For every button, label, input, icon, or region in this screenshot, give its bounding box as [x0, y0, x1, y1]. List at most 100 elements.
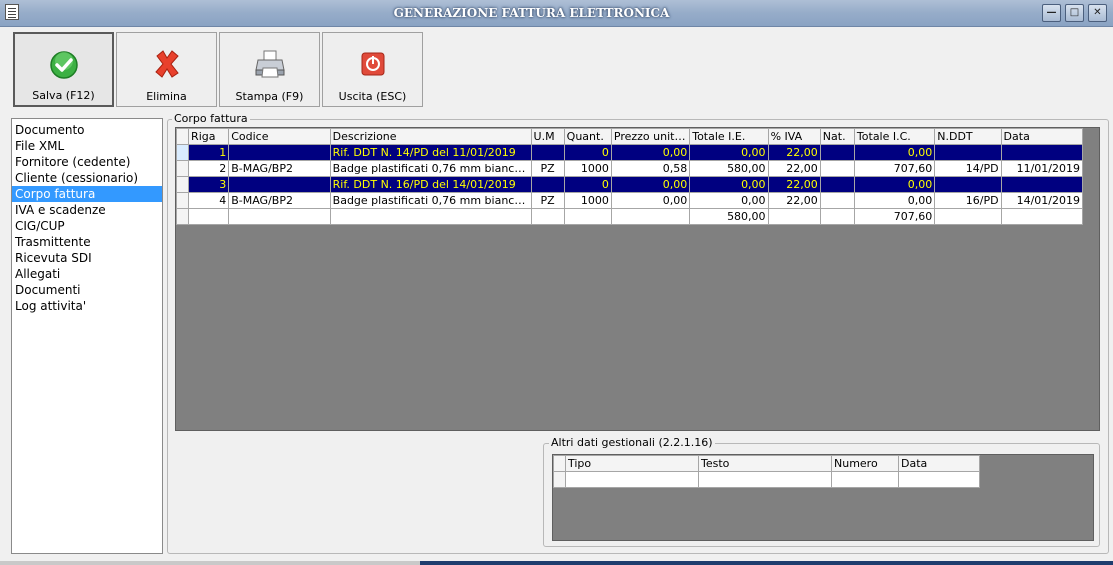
close-button[interactable]: ✕ — [1088, 4, 1107, 22]
row-indicator[interactable] — [175, 144, 190, 161]
cell-totale-ie[interactable]: 0,00 — [689, 176, 769, 193]
cell-riga[interactable]: 4 — [188, 192, 230, 209]
cell-quant[interactable]: 1000 — [563, 160, 612, 177]
cell-quant[interactable]: 1000 — [563, 192, 612, 209]
cell-data[interactable] — [898, 471, 980, 488]
column-header-iva[interactable]: % IVA — [767, 128, 821, 145]
cell-descrizione[interactable]: Rif. DDT N. 14/PD del 11/01/2019 — [329, 144, 532, 161]
save-button[interactable]: Salva (F12) — [13, 32, 114, 107]
cell-riga[interactable]: 3 — [188, 176, 230, 193]
sidebar-item-fornitore[interactable]: Fornitore (cedente) — [12, 154, 162, 170]
sidebar-item-iva-scadenze[interactable]: IVA e scadenze — [12, 202, 162, 218]
table-row[interactable]: 2 B-MAG/BP2 Badge plastificati 0,76 mm b… — [175, 160, 1084, 177]
maximize-button[interactable]: □ — [1065, 4, 1084, 22]
sidebar-item-cliente[interactable]: Cliente (cessionario) — [12, 170, 162, 186]
column-header-descrizione[interactable]: Descrizione — [329, 128, 532, 145]
cell-testo[interactable] — [698, 471, 832, 488]
cell-prezzo[interactable]: 0,00 — [610, 144, 691, 161]
cell-riga[interactable]: 1 — [188, 144, 230, 161]
cell-iva[interactable]: 22,00 — [767, 192, 821, 209]
column-header-codice[interactable]: Codice — [228, 128, 331, 145]
cell-um[interactable] — [530, 144, 565, 161]
cell-data[interactable]: 14/01/2019 — [1000, 192, 1084, 209]
sidebar-item-documenti[interactable]: Documenti — [12, 282, 162, 298]
cell-um[interactable]: PZ — [530, 160, 565, 177]
table-row[interactable]: 1 Rif. DDT N. 14/PD del 11/01/2019 0 0,0… — [175, 144, 1084, 161]
sidebar-item-allegati[interactable]: Allegati — [12, 266, 162, 282]
cell-data[interactable] — [1000, 176, 1084, 193]
cell-descrizione[interactable]: Badge plastificati 0,76 mm bianchi con..… — [329, 192, 532, 209]
cell-nat[interactable] — [819, 160, 855, 177]
cell-codice[interactable] — [228, 144, 331, 161]
column-header-tipo[interactable]: Tipo — [565, 455, 699, 472]
cell-data[interactable]: 11/01/2019 — [1000, 160, 1084, 177]
column-header-nat[interactable]: Nat. — [819, 128, 855, 145]
print-button[interactable]: Stampa (F9) — [219, 32, 320, 107]
cell-codice[interactable]: B-MAG/BP2 — [228, 192, 331, 209]
cell-nat[interactable] — [819, 144, 855, 161]
cell-codice[interactable] — [228, 176, 331, 193]
row-indicator[interactable] — [553, 471, 566, 488]
column-header-data[interactable]: Data — [898, 455, 980, 472]
column-header-numero[interactable]: Numero — [831, 455, 899, 472]
cell-iva[interactable]: 22,00 — [767, 176, 821, 193]
sidebar-item-ricevuta-sdi[interactable]: Ricevuta SDI — [12, 250, 162, 266]
column-header-riga[interactable]: Riga — [188, 128, 230, 145]
cell-data[interactable] — [1000, 144, 1084, 161]
cell-riga[interactable]: 2 — [188, 160, 230, 177]
cell-nat[interactable] — [819, 176, 855, 193]
table-row[interactable]: 4 B-MAG/BP2 Badge plastificati 0,76 mm b… — [175, 192, 1084, 209]
sidebar-item-file-xml[interactable]: File XML — [12, 138, 162, 154]
cell-quant[interactable]: 0 — [563, 144, 612, 161]
cell-totale-ic[interactable]: 707,60 — [853, 160, 936, 177]
sidebar-item-corpo-fattura[interactable]: Corpo fattura — [12, 186, 162, 202]
cell-nddt[interactable] — [934, 176, 1002, 193]
row-indicator[interactable] — [175, 176, 190, 193]
total-totale-ic: 707,60 — [853, 208, 936, 225]
column-header-totale-ie[interactable]: Totale I.E. — [689, 128, 769, 145]
sidebar-item-cig-cup[interactable]: CIG/CUP — [12, 218, 162, 234]
cell-prezzo[interactable]: 0,00 — [610, 176, 691, 193]
power-icon — [361, 52, 384, 76]
cell-prezzo[interactable]: 0,00 — [610, 192, 691, 209]
sidebar-item-trasmittente[interactable]: Trasmittente — [12, 234, 162, 250]
row-indicator[interactable] — [175, 192, 190, 209]
column-header-quant[interactable]: Quant. — [563, 128, 612, 145]
cell-totale-ie[interactable]: 0,00 — [689, 192, 769, 209]
cell-nddt[interactable] — [934, 144, 1002, 161]
cell-totale-ic[interactable]: 0,00 — [853, 144, 936, 161]
cell-descrizione[interactable]: Badge plastificati 0,76 mm bianchi con..… — [329, 160, 532, 177]
cell-tipo[interactable] — [565, 471, 699, 488]
cell-um[interactable] — [530, 176, 565, 193]
cell-iva[interactable]: 22,00 — [767, 160, 821, 177]
sidebar-item-log-attivita[interactable]: Log attivita' — [12, 298, 162, 314]
minimize-button[interactable]: — — [1042, 4, 1061, 22]
exit-button[interactable]: Uscita (ESC) — [322, 32, 423, 107]
cell-prezzo[interactable]: 0,58 — [610, 160, 691, 177]
cell-numero[interactable] — [831, 471, 899, 488]
cell-nddt[interactable]: 14/PD — [934, 160, 1002, 177]
delete-button[interactable]: Elimina — [116, 32, 217, 107]
column-header-data[interactable]: Data — [1000, 128, 1084, 145]
table-row[interactable]: 3 Rif. DDT N. 16/PD del 14/01/2019 0 0,0… — [175, 176, 1084, 193]
cell-totale-ic[interactable]: 0,00 — [853, 176, 936, 193]
cell-iva[interactable]: 22,00 — [767, 144, 821, 161]
row-indicator[interactable] — [175, 160, 190, 177]
maximize-icon: □ — [1069, 7, 1080, 18]
cell-totale-ie[interactable]: 580,00 — [689, 160, 769, 177]
cell-totale-ic[interactable]: 0,00 — [853, 192, 936, 209]
cell-codice[interactable]: B-MAG/BP2 — [228, 160, 331, 177]
table-row[interactable] — [553, 471, 980, 488]
cell-nat[interactable] — [819, 192, 855, 209]
column-header-nddt[interactable]: N.DDT — [934, 128, 1002, 145]
cell-nddt[interactable]: 16/PD — [934, 192, 1002, 209]
sidebar-item-documento[interactable]: Documento — [12, 122, 162, 138]
column-header-testo[interactable]: Testo — [698, 455, 832, 472]
column-header-prezzo[interactable]: Prezzo unitario — [610, 128, 691, 145]
cell-descrizione[interactable]: Rif. DDT N. 16/PD del 14/01/2019 — [329, 176, 532, 193]
cell-totale-ie[interactable]: 0,00 — [689, 144, 769, 161]
cell-quant[interactable]: 0 — [563, 176, 612, 193]
column-header-um[interactable]: U.M — [530, 128, 565, 145]
cell-um[interactable]: PZ — [530, 192, 565, 209]
column-header-totale-ic[interactable]: Totale I.C. — [853, 128, 936, 145]
